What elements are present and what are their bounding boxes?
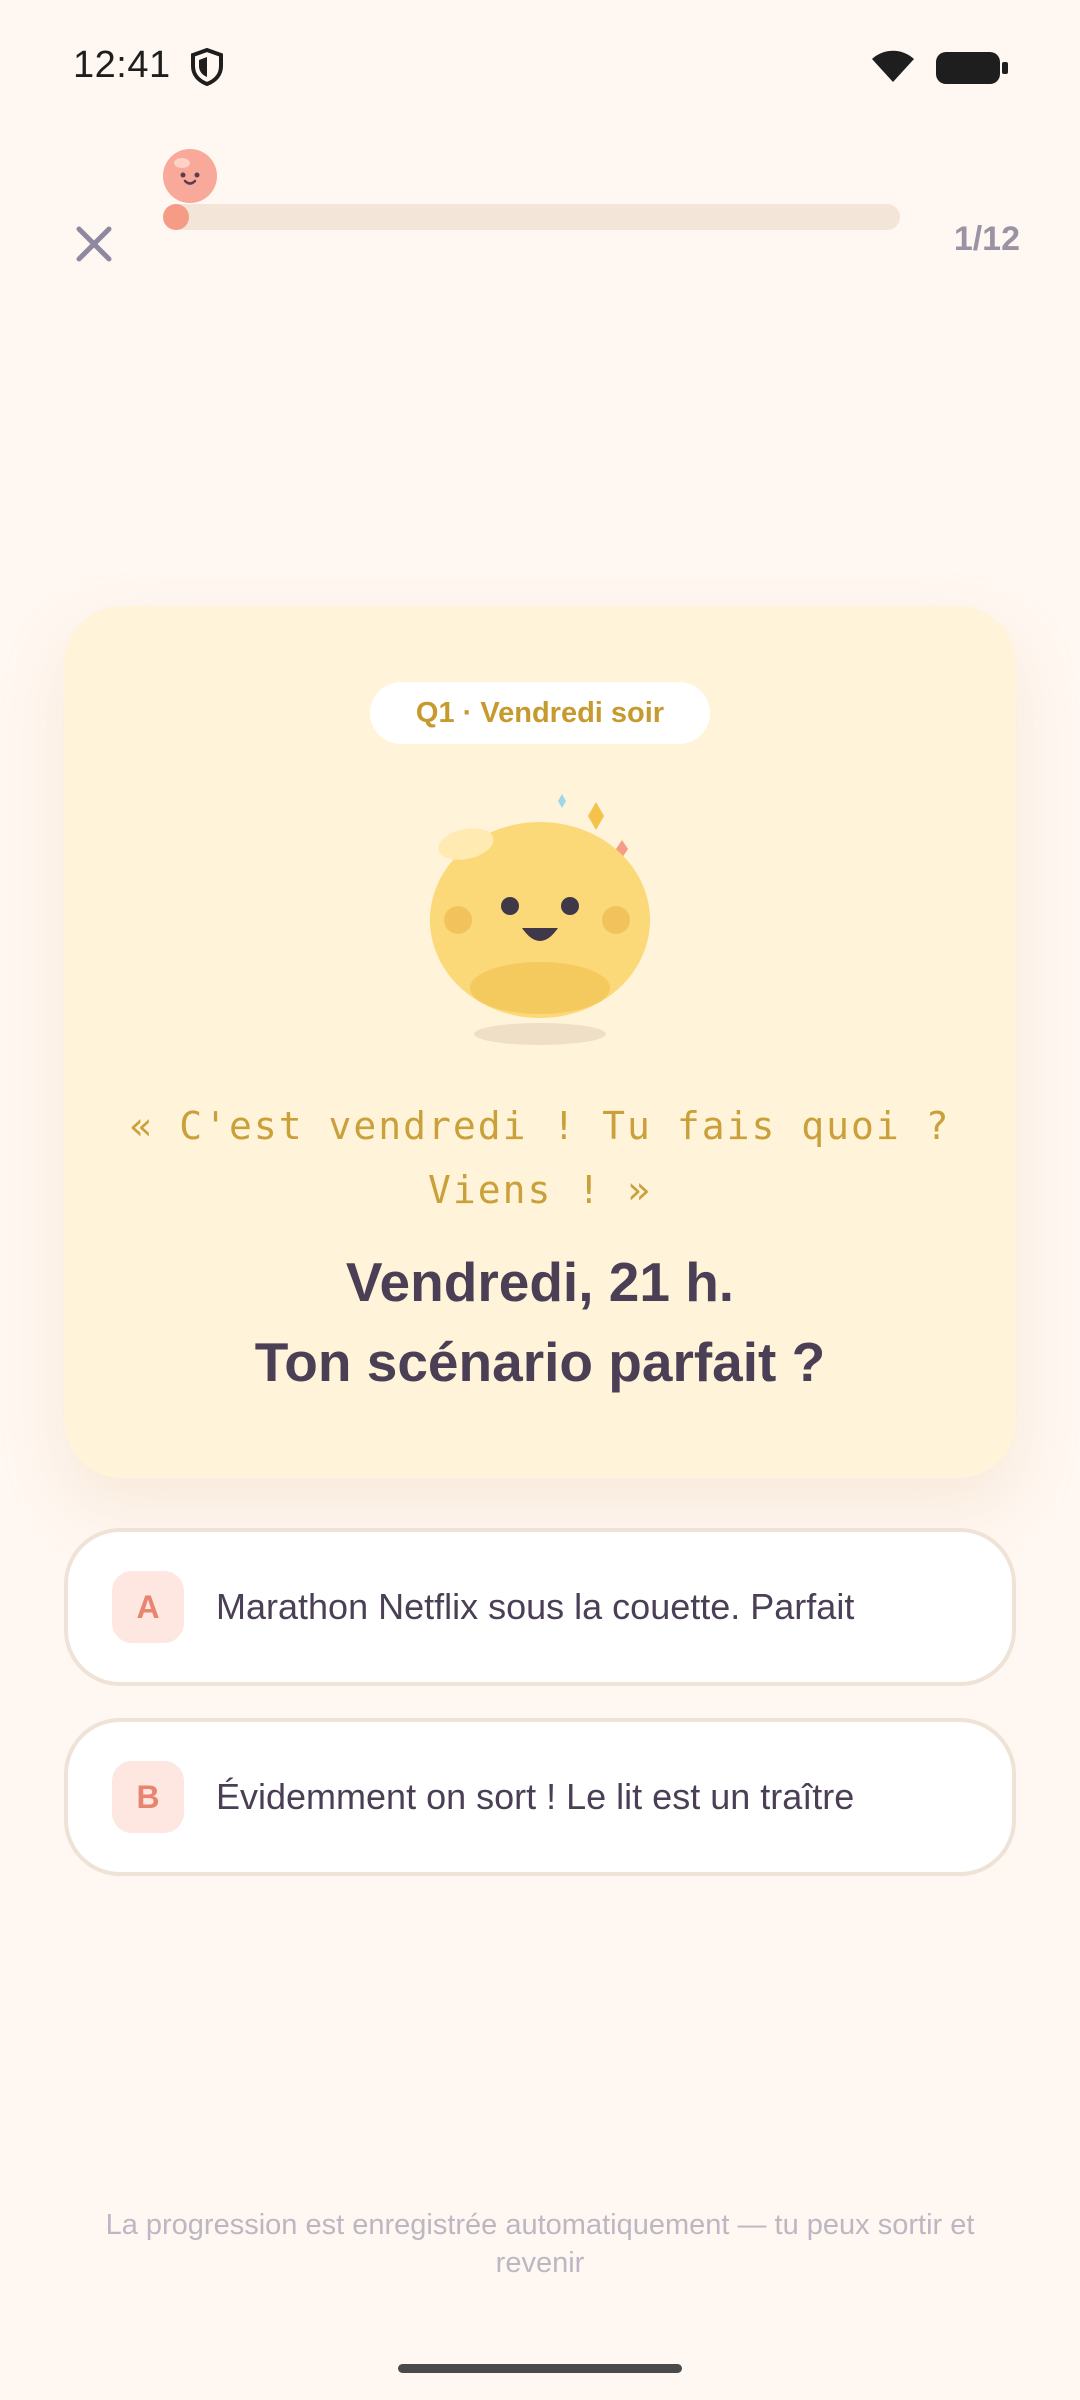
- progress-bar: [163, 204, 900, 230]
- answer-option-b[interactable]: B Évidemment on sort ! Le lit est un tra…: [64, 1718, 1016, 1876]
- answer-letter-badge: A: [112, 1571, 184, 1643]
- close-button[interactable]: [64, 214, 124, 274]
- mascot-quote: « C'est vendredi ! Tu fais quoi ? Viens …: [129, 1104, 951, 1212]
- progress-mascot-icon: [163, 149, 217, 203]
- shield-icon: [191, 48, 223, 86]
- answer-text: Marathon Netflix sous la couette. Parfai…: [216, 1586, 855, 1627]
- answer-text: Évidemment on sort ! Le lit est un traît…: [216, 1776, 855, 1817]
- wifi-icon: [872, 50, 914, 82]
- close-icon: [76, 226, 112, 262]
- question-text: Vendredi, 21 h. Ton scénario parfait ?: [104, 1242, 976, 1402]
- question-line-1: Vendredi, 21 h.: [345, 1251, 735, 1313]
- question-line-2: Ton scénario parfait ?: [254, 1331, 826, 1393]
- question-card: Q1 · Vendredi soir « C'est vendredi ! Tu…: [64, 606, 1016, 1478]
- answer-option-a[interactable]: A Marathon Netflix sous la couette. Parf…: [64, 1528, 1016, 1686]
- question-tag: Q1 · Vendredi soir: [370, 682, 710, 744]
- autosave-note: La progression est enregistrée automatiq…: [105, 2209, 975, 2279]
- question-counter: 1/12: [953, 220, 1020, 258]
- answer-letter-badge: B: [112, 1761, 184, 1833]
- home-indicator[interactable]: [398, 2364, 682, 2373]
- status-bar: 12:41: [0, 0, 1080, 140]
- battery-icon: [936, 52, 1008, 84]
- happy-blob-mascot-icon: [430, 794, 650, 1045]
- status-time: 12:41: [73, 44, 171, 86]
